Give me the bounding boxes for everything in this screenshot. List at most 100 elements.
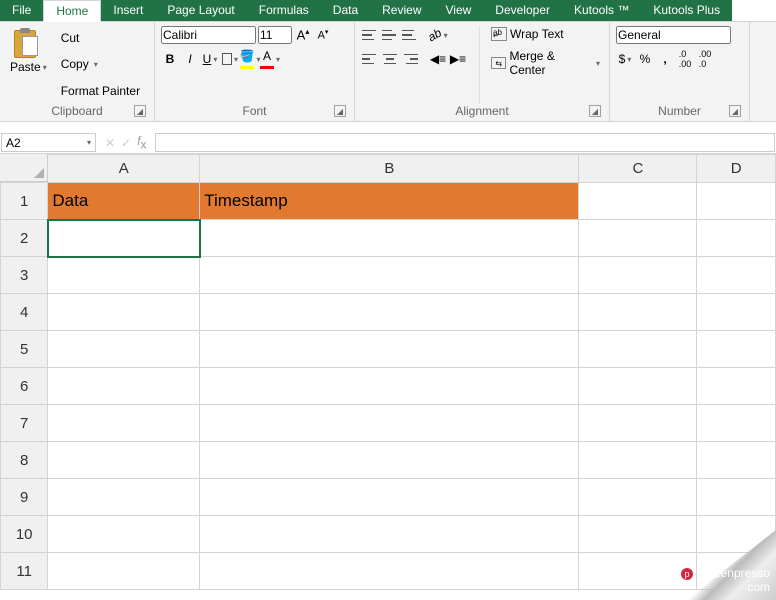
decrease-font-button[interactable]: A▾	[314, 26, 332, 44]
dialog-launcher-icon[interactable]: ◢	[729, 105, 741, 117]
cell-c8[interactable]	[579, 442, 697, 479]
cell-a1[interactable]: Data	[48, 183, 200, 220]
tab-file[interactable]: File	[0, 0, 43, 21]
tab-view[interactable]: View	[434, 0, 484, 21]
row-header-5[interactable]: 5	[1, 331, 48, 368]
cell-b11[interactable]	[200, 553, 579, 590]
tab-insert[interactable]: Insert	[101, 0, 155, 21]
cell-b7[interactable]	[200, 405, 579, 442]
dialog-launcher-icon[interactable]: ◢	[589, 105, 601, 117]
tab-data[interactable]: Data	[321, 0, 370, 21]
number-format-select[interactable]	[616, 26, 731, 44]
cell-a9[interactable]	[48, 479, 200, 516]
copy-button[interactable]: Copy▾	[55, 56, 143, 72]
select-all-corner[interactable]	[0, 154, 48, 182]
italic-button[interactable]: I	[181, 50, 199, 68]
cell-b8[interactable]	[200, 442, 579, 479]
font-name-select[interactable]	[161, 26, 256, 44]
merge-center-button[interactable]: ⇆ Merge & Center▾	[488, 48, 603, 78]
tab-page-layout[interactable]: Page Layout	[155, 0, 246, 21]
col-header-c[interactable]: C	[579, 155, 697, 183]
cell-a10[interactable]	[48, 516, 200, 553]
row-header-10[interactable]: 10	[1, 516, 48, 553]
increase-font-button[interactable]: A▴	[294, 26, 312, 44]
cell-b5[interactable]	[200, 331, 579, 368]
align-center-button[interactable]	[381, 50, 399, 68]
paste-button[interactable]: Paste▾	[6, 26, 51, 103]
cell-c1[interactable]	[579, 183, 697, 220]
cell-d6[interactable]	[697, 368, 776, 405]
dialog-launcher-icon[interactable]: ◢	[134, 105, 146, 117]
fx-icon[interactable]: fx	[137, 134, 146, 151]
decrease-decimal-button[interactable]: .00.0	[696, 50, 714, 68]
row-header-3[interactable]: 3	[1, 257, 48, 294]
cell-a2[interactable]	[48, 220, 200, 257]
tab-kutools[interactable]: Kutools ™	[562, 0, 641, 21]
col-header-b[interactable]: B	[200, 155, 579, 183]
row-header-8[interactable]: 8	[1, 442, 48, 479]
cell-c9[interactable]	[579, 479, 697, 516]
cell-d1[interactable]	[697, 183, 776, 220]
col-header-a[interactable]: A	[48, 155, 200, 183]
cell-d9[interactable]	[697, 479, 776, 516]
cell-b3[interactable]	[200, 257, 579, 294]
bold-button[interactable]: B	[161, 50, 179, 68]
cell-c6[interactable]	[579, 368, 697, 405]
row-header-1[interactable]: 1	[1, 183, 48, 220]
row-header-7[interactable]: 7	[1, 405, 48, 442]
cell-d8[interactable]	[697, 442, 776, 479]
row-header-11[interactable]: 11	[1, 553, 48, 590]
cell-d5[interactable]	[697, 331, 776, 368]
tab-developer[interactable]: Developer	[483, 0, 562, 21]
cell-b1[interactable]: Timestamp	[200, 183, 579, 220]
decrease-indent-button[interactable]: ◀≡	[429, 50, 447, 68]
row-header-9[interactable]: 9	[1, 479, 48, 516]
cell-c3[interactable]	[579, 257, 697, 294]
dialog-launcher-icon[interactable]: ◢	[334, 105, 346, 117]
cell-d2[interactable]	[697, 220, 776, 257]
cell-b6[interactable]	[200, 368, 579, 405]
cut-button[interactable]: Cut	[55, 30, 143, 46]
underline-button[interactable]: U▾	[201, 50, 219, 68]
align-left-button[interactable]	[361, 50, 379, 68]
increase-indent-button[interactable]: ▶≡	[449, 50, 467, 68]
align-top-button[interactable]	[361, 26, 379, 44]
font-size-select[interactable]	[258, 26, 292, 44]
tab-home[interactable]: Home	[43, 0, 101, 22]
increase-decimal-button[interactable]: .0.00	[676, 50, 694, 68]
cell-c7[interactable]	[579, 405, 697, 442]
align-right-button[interactable]	[401, 50, 419, 68]
borders-button[interactable]: ▾	[221, 50, 239, 68]
cell-c5[interactable]	[579, 331, 697, 368]
cell-c4[interactable]	[579, 294, 697, 331]
format-painter-button[interactable]: Format Painter	[55, 83, 143, 99]
row-header-4[interactable]: 4	[1, 294, 48, 331]
name-box[interactable]: A2 ▾	[1, 133, 96, 152]
orientation-button[interactable]: ab▾	[429, 26, 447, 44]
tab-kutools-plus[interactable]: Kutools Plus	[641, 0, 732, 21]
cell-a6[interactable]	[48, 368, 200, 405]
cell-b4[interactable]	[200, 294, 579, 331]
tab-review[interactable]: Review	[370, 0, 433, 21]
cell-d4[interactable]	[697, 294, 776, 331]
row-header-6[interactable]: 6	[1, 368, 48, 405]
cell-a8[interactable]	[48, 442, 200, 479]
comma-button[interactable]: ,	[656, 50, 674, 68]
cell-c2[interactable]	[579, 220, 697, 257]
fill-color-button[interactable]: 🪣▾	[241, 50, 259, 68]
font-color-button[interactable]: A▾	[261, 50, 279, 68]
cell-a7[interactable]	[48, 405, 200, 442]
cell-a4[interactable]	[48, 294, 200, 331]
align-middle-button[interactable]	[381, 26, 399, 44]
cancel-formula-icon[interactable]: ✕	[105, 136, 115, 150]
cell-b2[interactable]	[200, 220, 579, 257]
cell-d7[interactable]	[697, 405, 776, 442]
tab-formulas[interactable]: Formulas	[247, 0, 321, 21]
cell-a5[interactable]	[48, 331, 200, 368]
cell-d3[interactable]	[697, 257, 776, 294]
cell-b10[interactable]	[200, 516, 579, 553]
col-header-d[interactable]: D	[697, 155, 776, 183]
enter-formula-icon[interactable]: ✓	[121, 136, 131, 150]
accounting-format-button[interactable]: $▾	[616, 50, 634, 68]
wrap-text-button[interactable]: ab↵ Wrap Text	[488, 26, 603, 42]
